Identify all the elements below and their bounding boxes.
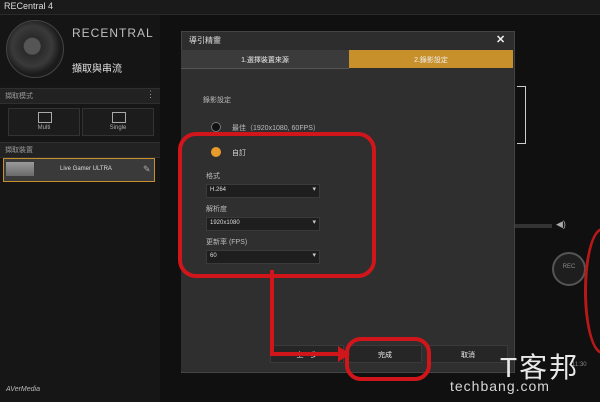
annotation-arrow-icon (270, 270, 350, 362)
watermark-url: techbang.com (450, 378, 550, 394)
